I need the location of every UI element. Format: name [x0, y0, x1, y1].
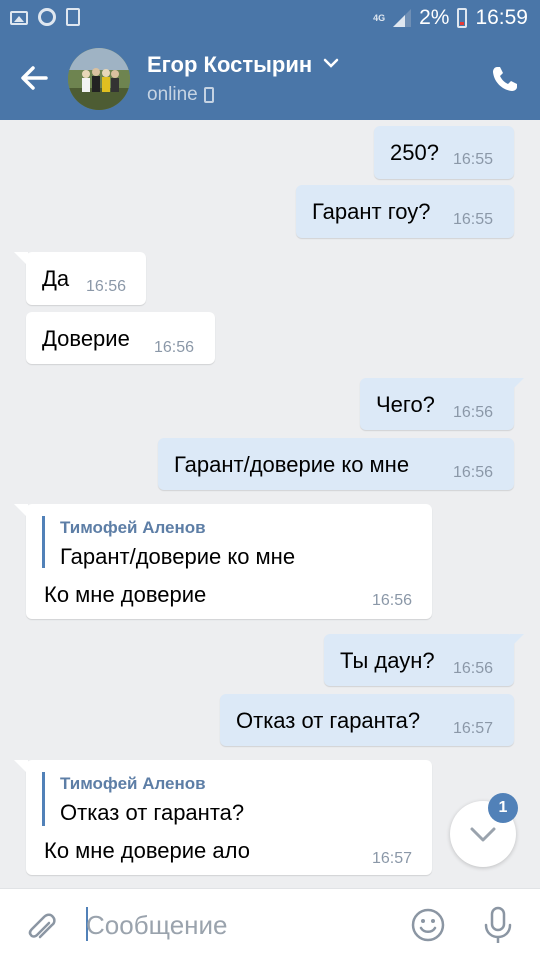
message-text: Ко мне доверие ало: [44, 838, 250, 863]
message-bubble-outgoing[interactable]: Чего? 16:56: [360, 378, 524, 430]
sync-notification-icon: [38, 8, 56, 26]
battery-icon: [457, 8, 468, 28]
message-text: Гарант гоу?: [312, 199, 431, 224]
message-bubble-outgoing[interactable]: Ты даун? 16:56: [324, 634, 524, 686]
status-bar: 4G 2% 16:59: [0, 0, 540, 38]
quote-author[interactable]: Тимофей Аленов: [60, 774, 206, 794]
message-bubble-incoming[interactable]: Доверие 16:56: [26, 312, 215, 364]
message-time: 16:56: [154, 339, 195, 356]
network-type: 4G: [373, 12, 386, 23]
message-time: 16:55: [453, 151, 494, 168]
message-bubble-incoming-reply[interactable]: Тимофей Аленов Отказ от гаранта? Ко мне …: [14, 760, 432, 875]
unread-badge: 1: [488, 793, 518, 823]
message-bubble-incoming-reply[interactable]: Тимофей Аленов Гарант/доверие ко мне Ко …: [14, 504, 432, 619]
message-composer: [0, 888, 540, 960]
message-time: 16:56: [453, 660, 494, 677]
bubble-tail: [14, 760, 28, 774]
online-status-text: online: [147, 84, 198, 105]
message-text: Отказ от гаранта?: [236, 708, 421, 733]
bubble-tail: [510, 378, 524, 392]
chat-title[interactable]: Егор Костырин: [147, 52, 312, 78]
message-time: 16:55: [453, 211, 494, 228]
message-bubble-outgoing[interactable]: Гарант гоу? 16:55: [296, 185, 514, 238]
phone-call-icon[interactable]: [490, 64, 520, 94]
bubble-tail: [14, 252, 28, 266]
message-list[interactable]: 250? 16:55 Гарант гоу? 16:55 Да 16:56 До…: [0, 120, 540, 888]
message-bubble-outgoing[interactable]: 250? 16:55: [374, 126, 514, 179]
message-time: 16:56: [453, 464, 494, 481]
message-text: Гарант/доверие ко мне: [174, 452, 410, 477]
message-bubble-outgoing[interactable]: Отказ от гаранта? 16:57: [220, 694, 514, 746]
online-status: online: [147, 84, 339, 106]
message-bubble-outgoing[interactable]: Гарант/доверие ко мне 16:56: [158, 438, 514, 490]
message-time: 16:57: [372, 850, 413, 867]
message-text: Ко мне доверие: [44, 582, 207, 607]
message-text: 250?: [390, 140, 439, 165]
quote-text: Отказ от гаранта?: [60, 800, 245, 825]
quote-author[interactable]: Тимофей Аленов: [60, 518, 206, 538]
bubble-tail: [510, 634, 524, 648]
avatar[interactable]: [68, 48, 130, 110]
mobile-icon: [203, 87, 214, 103]
smiley-icon[interactable]: [410, 907, 446, 943]
message-text: Чего?: [376, 392, 435, 417]
gallery-notification-icon: [10, 11, 28, 25]
message-time: 16:56: [86, 278, 127, 295]
microphone-icon[interactable]: [480, 905, 516, 945]
message-text: Ты даун?: [340, 648, 435, 673]
battery-percent: 2%: [419, 6, 450, 29]
quote-text: Гарант/доверие ко мне: [60, 544, 296, 569]
message-time: 16:57: [453, 720, 494, 737]
paperclip-icon[interactable]: [24, 907, 60, 943]
message-time: 16:56: [453, 404, 494, 421]
message-text: Да: [42, 266, 70, 291]
bubble-tail: [14, 504, 28, 518]
message-text: Доверие: [42, 326, 130, 351]
back-arrow-icon[interactable]: [16, 60, 52, 96]
signal-icon: [393, 9, 412, 27]
chat-header: Егор Костырин online: [0, 38, 540, 120]
quote-bar: [42, 772, 45, 826]
message-bubble-incoming[interactable]: Да 16:56: [14, 252, 146, 305]
message-time: 16:56: [372, 592, 413, 609]
message-input[interactable]: [86, 907, 386, 943]
quote-bar: [42, 516, 45, 568]
recycle-notification-icon: [66, 8, 80, 26]
chevron-down-icon[interactable]: [323, 56, 339, 74]
clock: 16:59: [475, 6, 528, 29]
